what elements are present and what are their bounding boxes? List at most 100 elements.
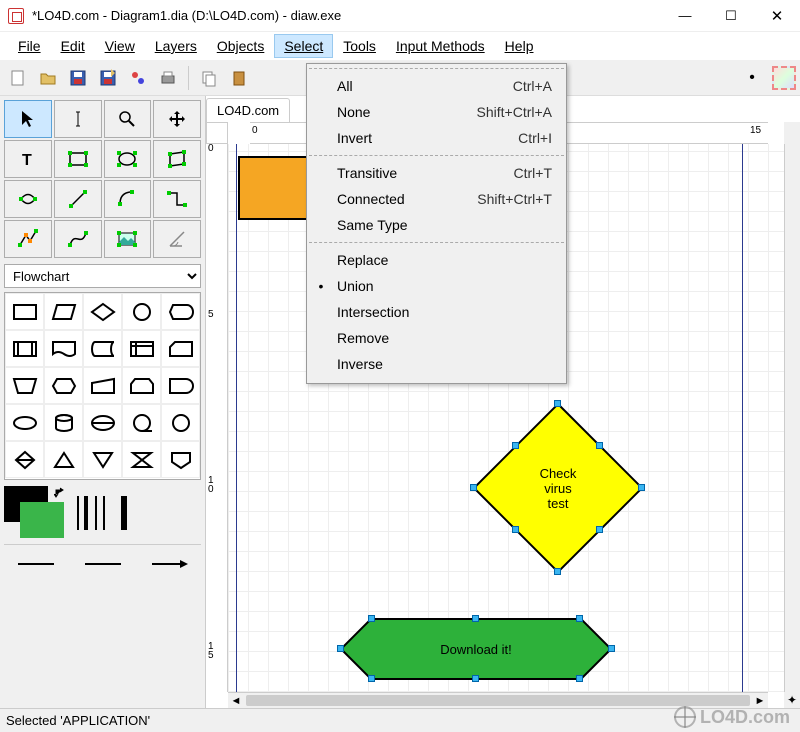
menu-help[interactable]: Help	[495, 34, 544, 58]
canvas-resize-grip[interactable]: ✦	[784, 692, 800, 708]
tool-line[interactable]	[54, 180, 102, 218]
ruler-v-label-15: 15	[208, 642, 214, 660]
shape-manual-op[interactable]	[5, 367, 44, 404]
toolbar-paste[interactable]	[225, 64, 253, 92]
menu-select[interactable]: Select	[274, 34, 333, 58]
tool-zoom[interactable]	[104, 100, 152, 138]
tool-arc[interactable]	[104, 180, 152, 218]
tool-polygon[interactable]	[153, 140, 201, 178]
shape-disk[interactable]	[83, 404, 122, 441]
menu-item-union[interactable]: •Union	[307, 273, 566, 299]
tool-pointer[interactable]	[4, 100, 52, 138]
menu-item-intersection[interactable]: Intersection	[307, 299, 566, 325]
menu-item-remove[interactable]: Remove	[307, 325, 566, 351]
tool-rect[interactable]	[54, 140, 102, 178]
guide-line-left[interactable]	[236, 144, 237, 692]
menu-edit[interactable]: Edit	[51, 34, 95, 58]
menu-tools[interactable]: Tools	[333, 34, 386, 58]
menu-item-transitive[interactable]: TransitiveCtrl+T	[307, 160, 566, 186]
shape-or[interactable]	[161, 404, 200, 441]
line-middle[interactable]	[71, 552, 134, 576]
menu-item-sametype[interactable]: Same Type	[307, 212, 566, 238]
tool-move[interactable]	[153, 100, 201, 138]
menu-item-all[interactable]: AllCtrl+A	[307, 73, 566, 99]
shape-stored[interactable]	[83, 330, 122, 367]
line-start[interactable]	[4, 552, 67, 576]
guide-line-right[interactable]	[742, 144, 743, 692]
shape-io[interactable]	[44, 293, 83, 330]
shape-merge[interactable]	[83, 441, 122, 478]
color-swatch-area	[4, 484, 201, 540]
shape-internal[interactable]	[122, 330, 161, 367]
shapeset-selector[interactable]: Flowchart	[0, 262, 205, 290]
tool-text-caret[interactable]	[54, 100, 102, 138]
shape-delay[interactable]	[161, 367, 200, 404]
tool-zigzag[interactable]	[153, 180, 201, 218]
minimize-button[interactable]: —	[662, 0, 708, 31]
menu-objects[interactable]: Objects	[207, 34, 274, 58]
line-previews	[74, 490, 144, 534]
shape-loop[interactable]	[122, 367, 161, 404]
color-swatches[interactable]	[4, 486, 68, 538]
select-menu-dropdown: AllCtrl+A NoneShift+Ctrl+A InvertCtrl+I …	[306, 63, 567, 384]
shape-card[interactable]	[161, 330, 200, 367]
toolbar-dot[interactable]: •	[738, 64, 766, 92]
tool-bezier-closed[interactable]	[4, 180, 52, 218]
left-panel: T Flowchart	[0, 96, 206, 708]
shape-sort[interactable]	[5, 441, 44, 478]
shape-decision[interactable]	[83, 293, 122, 330]
shape-manual-input[interactable]	[83, 367, 122, 404]
shape-decision-yellow[interactable]: Check virus test	[468, 398, 648, 578]
maximize-button[interactable]: ☐	[708, 0, 754, 31]
shape-collate[interactable]	[122, 441, 161, 478]
shape-database[interactable]	[44, 404, 83, 441]
shape-terminal[interactable]	[5, 404, 44, 441]
line-style-row	[4, 544, 201, 578]
shape-tape[interactable]	[122, 404, 161, 441]
tool-angle[interactable]	[153, 220, 201, 258]
line-end[interactable]	[138, 552, 201, 576]
tool-image[interactable]	[104, 220, 152, 258]
toolbar-open[interactable]	[34, 64, 62, 92]
shape-rectangle-orange[interactable]	[238, 156, 312, 220]
menu-layers[interactable]: Layers	[145, 34, 207, 58]
scrollbar-horizontal[interactable]: ◄ ►	[228, 692, 768, 708]
ruler-h-end	[784, 122, 800, 144]
shape-document[interactable]	[44, 330, 83, 367]
background-color[interactable]	[20, 502, 64, 538]
shape-terminator-green[interactable]: Download it!	[336, 614, 616, 684]
menu-item-invert[interactable]: InvertCtrl+I	[307, 125, 566, 151]
scroll-left-arrow[interactable]: ◄	[228, 693, 244, 709]
shape-extract[interactable]	[44, 441, 83, 478]
shape-display[interactable]	[161, 293, 200, 330]
close-button[interactable]: ✕	[754, 0, 800, 31]
toolbar-copy[interactable]	[195, 64, 223, 92]
shape-predef[interactable]	[5, 330, 44, 367]
menu-item-replace[interactable]: Replace	[307, 247, 566, 273]
toolbar-save[interactable]	[64, 64, 92, 92]
toolbar-print[interactable]	[154, 64, 182, 92]
scroll-thumb[interactable]	[246, 695, 750, 706]
toolbar-color-square[interactable]	[772, 66, 796, 90]
shape-prep[interactable]	[44, 367, 83, 404]
toolbar-props[interactable]	[124, 64, 152, 92]
tool-polyline[interactable]	[4, 220, 52, 258]
menu-item-inverse[interactable]: Inverse	[307, 351, 566, 377]
shape-offpage[interactable]	[161, 441, 200, 478]
document-tab[interactable]: LO4D.com	[206, 98, 290, 122]
scrollbar-vertical[interactable]	[784, 144, 800, 692]
shapeset-dropdown[interactable]: Flowchart	[4, 264, 201, 288]
shape-connector[interactable]	[122, 293, 161, 330]
menu-view[interactable]: View	[95, 34, 145, 58]
menu-item-connected[interactable]: ConnectedShift+Ctrl+T	[307, 186, 566, 212]
tool-bezier[interactable]	[54, 220, 102, 258]
menu-item-none[interactable]: NoneShift+Ctrl+A	[307, 99, 566, 125]
toolbar-saveas[interactable]	[94, 64, 122, 92]
scroll-right-arrow[interactable]: ►	[752, 693, 768, 709]
toolbar-new[interactable]	[4, 64, 32, 92]
tool-ellipse[interactable]	[104, 140, 152, 178]
tool-text[interactable]: T	[4, 140, 52, 178]
menu-input-methods[interactable]: Input Methods	[386, 34, 495, 58]
menu-file[interactable]: File	[8, 34, 51, 58]
shape-process[interactable]	[5, 293, 44, 330]
